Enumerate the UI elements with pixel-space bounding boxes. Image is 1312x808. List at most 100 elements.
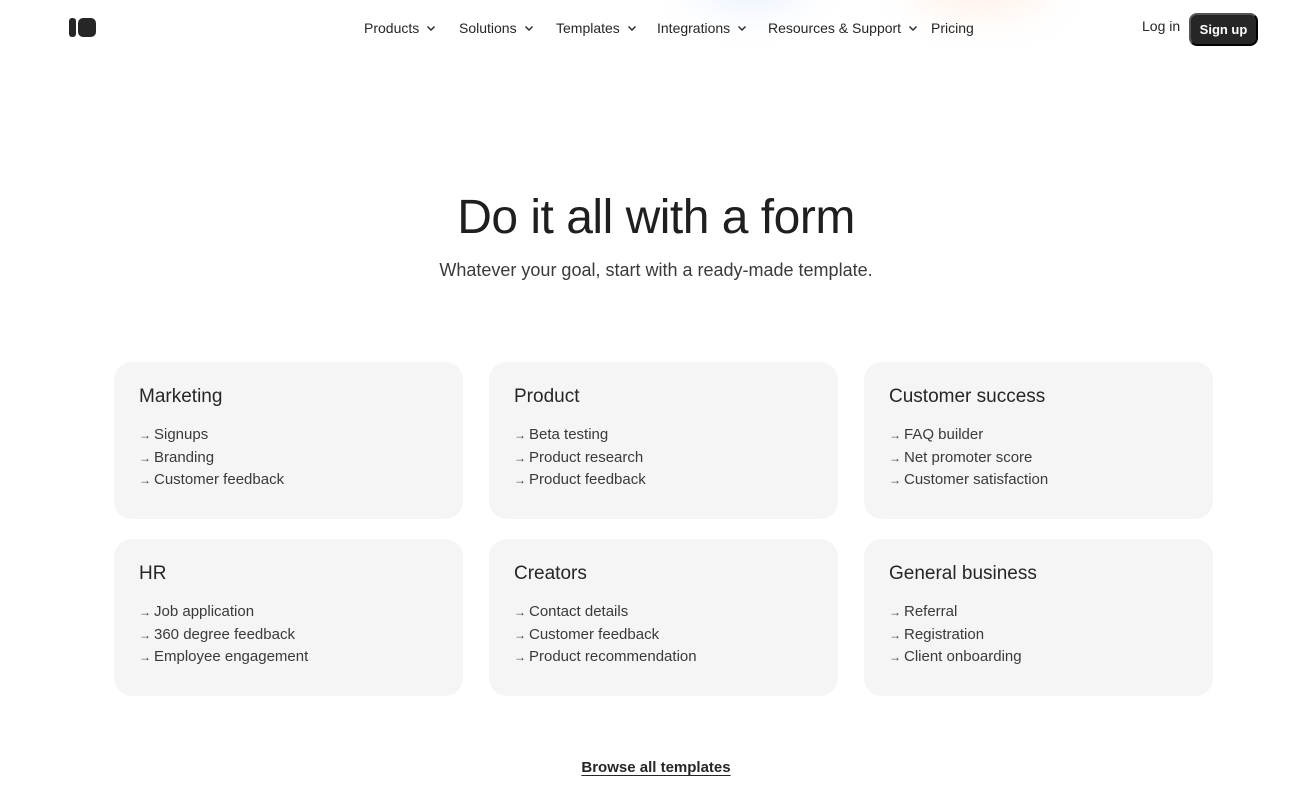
nav-solutions[interactable]: Solutions: [459, 20, 556, 36]
nav-products-label: Products: [364, 20, 420, 36]
nav-products[interactable]: Products: [364, 20, 459, 36]
template-link[interactable]: → Registration: [889, 624, 1188, 647]
card-title: Marketing: [139, 386, 223, 407]
template-link-label: Branding: [154, 448, 215, 466]
arrow-right-icon: →: [889, 428, 901, 442]
category-card-customer-success[interactable]: Customer success → FAQ builder → Net promo…: [864, 362, 1213, 519]
nav-solutions-label: Solutions: [459, 20, 517, 36]
template-link-label: Signups: [154, 426, 209, 443]
chevron-down-icon: [427, 26, 436, 31]
template-link-label: Contact details: [529, 603, 629, 620]
template-link-label: Employee engagement: [154, 648, 309, 665]
arrow-right-icon: →: [139, 605, 151, 619]
page: Products Solutions Templates Integration…: [0, 0, 1312, 808]
category-card-product[interactable]: Product → Beta testing → Product research …: [489, 362, 838, 519]
template-link[interactable]: → Job application: [139, 601, 438, 624]
arrow-right-icon: →: [139, 650, 151, 664]
chevron-down-icon: [524, 26, 533, 31]
template-link[interactable]: → Client onboarding: [889, 646, 1188, 669]
template-link[interactable]: → Customer satisfaction: [889, 469, 1188, 492]
template-link-label: Job application: [154, 603, 255, 620]
nav-integrations-label: Integrations: [657, 20, 731, 36]
nav-resources-support[interactable]: Resources & Support: [768, 20, 931, 36]
arrow-right-icon: →: [889, 627, 901, 642]
card-title: HR: [139, 563, 167, 584]
template-link[interactable]: → Customer feedback: [514, 624, 813, 647]
hero-subtitle: Whatever your goal, start with a ready-m…: [439, 260, 873, 280]
nav-pricing[interactable]: Pricing: [931, 20, 991, 36]
card-link-list: → Signups → Branding → Customer feedback: [139, 424, 438, 492]
arrow-right-icon: →: [889, 473, 901, 487]
arrow-right-icon: →: [889, 450, 901, 465]
nav-templates[interactable]: Templates: [556, 20, 657, 36]
template-link[interactable]: → Product recommendation: [514, 646, 813, 669]
template-link[interactable]: → Signups: [139, 424, 438, 447]
template-link-label: Net promoter score: [904, 448, 1033, 466]
template-link[interactable]: → Product feedback: [514, 469, 813, 492]
arrow-right-icon: →: [139, 473, 151, 487]
arrow-right-icon: →: [514, 627, 526, 642]
card-link-list: → Contact details → Customer feedback → Pro…: [514, 601, 813, 669]
card-link-list: → Referral → Registration → Client onboardi…: [889, 601, 1188, 669]
arrow-right-icon: →: [139, 428, 151, 442]
template-link[interactable]: → FAQ builder: [889, 424, 1188, 447]
template-link-label: Customer satisfaction: [904, 471, 1049, 488]
template-link-label: Customer feedback: [529, 625, 660, 643]
nav-pricing-label: Pricing: [931, 20, 974, 36]
logo-block: [78, 18, 96, 37]
browse-all-templates-link[interactable]: Browse all templates: [581, 759, 730, 776]
arrow-right-icon: →: [514, 473, 526, 487]
template-link-label: Product research: [529, 448, 644, 466]
category-card-hr[interactable]: HR → Job application → 360 degree feedback…: [114, 539, 463, 696]
nav-integrations[interactable]: Integrations: [657, 20, 768, 36]
arrow-right-icon: →: [889, 605, 901, 619]
template-link[interactable]: → Customer feedback: [139, 469, 438, 492]
browse-container: Browse all templates: [0, 759, 1312, 777]
arrow-right-icon: →: [514, 605, 526, 619]
template-link[interactable]: → Net promoter score: [889, 447, 1188, 470]
template-link-label: Client onboarding: [904, 648, 1022, 665]
chevron-down-icon: [909, 26, 918, 31]
nav-resources-label: Resources & Support: [768, 20, 902, 36]
template-link-label: FAQ builder: [904, 426, 984, 443]
template-link[interactable]: → Referral: [889, 601, 1188, 624]
template-link-label: Product feedback: [529, 471, 646, 488]
template-link-label: Customer feedback: [154, 471, 285, 488]
card-title: Creators: [514, 563, 587, 584]
arrow-right-icon: →: [139, 450, 151, 465]
template-link-label: 360 degree feedback: [154, 625, 295, 643]
chevron-down-icon: [627, 26, 636, 31]
category-card-general-business[interactable]: General business → Referral → Registration…: [864, 539, 1213, 696]
category-card-creators[interactable]: Creators → Contact details → Customer feed…: [489, 539, 838, 696]
signup-button[interactable]: Sign up: [1189, 13, 1258, 46]
template-link[interactable]: → Product research: [514, 447, 813, 470]
logo-bar: [69, 18, 76, 37]
typeform-logo-icon[interactable]: [69, 18, 96, 37]
template-category-grid: Marketing → Signups → Branding → Customer f…: [114, 362, 1213, 696]
arrow-right-icon: →: [514, 450, 526, 465]
card-link-list: → Job application → 360 degree feedback → E…: [139, 601, 438, 669]
site-header: Products Solutions Templates Integration…: [0, 0, 1312, 56]
arrow-right-icon: →: [889, 650, 901, 664]
template-link[interactable]: → Contact details: [514, 601, 813, 624]
card-title: General business: [889, 563, 1037, 584]
login-link[interactable]: Log in: [1142, 18, 1180, 34]
template-link[interactable]: → 360 degree feedback: [139, 624, 438, 647]
template-link-label: Referral: [904, 603, 958, 620]
nav-templates-label: Templates: [556, 20, 620, 36]
arrow-right-icon: →: [139, 627, 151, 642]
arrow-right-icon: →: [514, 428, 526, 442]
card-link-list: → FAQ builder → Net promoter score → Custom…: [889, 424, 1188, 492]
template-link-label: Product recommendation: [529, 648, 697, 665]
card-title: Product: [514, 386, 580, 407]
arrow-right-icon: →: [514, 650, 526, 664]
main-nav: Products Solutions Templates Integration…: [364, 18, 991, 38]
template-link-label: Beta testing: [529, 426, 609, 443]
template-link[interactable]: → Branding: [139, 447, 438, 470]
template-link[interactable]: → Beta testing: [514, 424, 813, 447]
template-link[interactable]: → Employee engagement: [139, 646, 438, 669]
category-card-marketing[interactable]: Marketing → Signups → Branding → Customer f…: [114, 362, 463, 519]
card-title: Customer success: [889, 386, 1046, 407]
hero-title: Do it all with a form: [457, 191, 855, 244]
card-link-list: → Beta testing → Product research → Product…: [514, 424, 813, 492]
